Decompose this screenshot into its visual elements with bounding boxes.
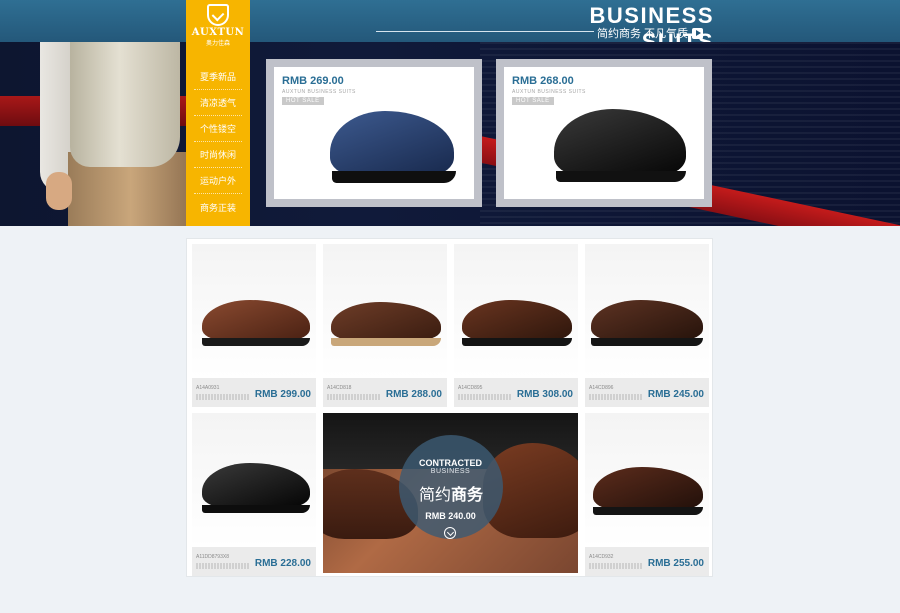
banner-subtitle-text: 简约商务 不凡气质: [597, 28, 689, 40]
product-tile[interactable]: A14CD895 RMB 308.00: [454, 244, 578, 407]
product-price: RMB 228.00: [254, 558, 311, 569]
product-code: A14CD895: [458, 385, 483, 391]
nav-item-hollow-out[interactable]: 个性镂空: [194, 116, 242, 142]
hero-card-price: RMB 268.00: [512, 75, 574, 87]
product-description-lines: [327, 394, 381, 400]
nav-item-outdoor[interactable]: 运动户外: [194, 168, 242, 194]
brand-logo[interactable]: AUXTUN 奥力佳森: [186, 0, 250, 52]
product-price: RMB 245.00: [647, 389, 704, 400]
shoe-image: [198, 459, 312, 521]
product-price: RMB 288.00: [385, 389, 442, 400]
category-sidebar: AUXTUN 奥力佳森 夏季新品 清凉透气 个性镂空 时尚休闲 运动户外 商务正…: [186, 0, 250, 226]
product-tile[interactable]: A11DD8793X8 RMB 228.00: [192, 413, 316, 576]
shoe-upper: [554, 109, 686, 175]
product-code: A14CD818: [327, 385, 352, 391]
shoe-upper: [202, 463, 310, 507]
product-tile[interactable]: A14CD896 RMB 245.00: [585, 244, 709, 407]
banner-divider: [376, 31, 594, 32]
hero-card-price: RMB 269.00: [282, 75, 344, 87]
shoe-sole: [331, 338, 441, 346]
hot-sale-badge: HOT SALE: [282, 97, 324, 105]
product-tile[interactable]: A14CD818 RMB 288.00: [323, 244, 447, 407]
shoe-image: [589, 463, 705, 523]
product-photo: [454, 244, 578, 378]
product-photo: [585, 244, 709, 378]
category-nav-list: 夏季新品 清凉透气 个性镂空 时尚休闲 运动户外 商务正装: [186, 64, 250, 220]
nav-item-summer-new[interactable]: 夏季新品: [194, 64, 242, 90]
product-tile[interactable]: A14A0931 RMB 299.00: [192, 244, 316, 407]
shoe-image: [322, 103, 462, 193]
hero-product-card[interactable]: RMB 268.00 AUXTUN BUSINESS SUITS HOT SAL…: [496, 59, 712, 207]
shoe-image: [198, 296, 312, 354]
product-code: A14CD896: [589, 385, 614, 391]
shoe-image: [548, 103, 694, 193]
shoe-image: [587, 296, 705, 354]
product-description-lines: [196, 563, 250, 569]
model-hand: [46, 172, 72, 210]
banner-subtitle[interactable]: 简约商务 不凡气质: [597, 25, 704, 41]
shoe-sole: [556, 171, 686, 182]
product-price: RMB 308.00: [516, 389, 573, 400]
header-bar: BUSINESS SUITS 简约商务 不凡气质: [0, 0, 900, 54]
hero-card-brand: AUXTUN BUSINESS SUITS: [282, 89, 356, 95]
shoe-upper: [202, 300, 310, 340]
hero-product-card[interactable]: RMB 269.00 AUXTUN BUSINESS SUITS HOT SAL…: [266, 59, 482, 207]
nav-item-casual[interactable]: 时尚休闲: [194, 142, 242, 168]
nav-item-breathable[interactable]: 清凉透气: [194, 90, 242, 116]
product-description-lines: [458, 394, 512, 400]
shoe-sole: [593, 507, 703, 515]
hero-card-brand: AUXTUN BUSINESS SUITS: [512, 89, 586, 95]
shoe-upper: [462, 300, 572, 340]
shoe-upper: [331, 302, 441, 340]
promo-title-part1: 简约: [418, 487, 451, 504]
product-tile[interactable]: A14CD932 RMB 255.00: [585, 413, 709, 576]
product-price: RMB 299.00: [254, 389, 311, 400]
product-photo: [323, 244, 447, 378]
shoe-sole: [202, 338, 310, 346]
product-photo: [585, 413, 709, 547]
shoe-upper: [330, 111, 454, 175]
shoe-sole: [462, 338, 572, 346]
product-code: A11DD8793X8: [196, 554, 229, 560]
shoe-image: [458, 296, 574, 354]
product-photo: [192, 244, 316, 378]
model-vest: [70, 42, 180, 167]
hero-card-content: RMB 268.00 AUXTUN BUSINESS SUITS HOT SAL…: [504, 67, 704, 199]
product-code: A14A0931: [196, 385, 220, 391]
shoe-sole: [202, 505, 310, 513]
shoe-sole: [591, 338, 703, 346]
play-icon[interactable]: [692, 27, 704, 39]
shoe-sole: [332, 171, 456, 183]
hero-card-content: RMB 269.00 AUXTUN BUSINESS SUITS HOT SAL…: [274, 67, 474, 199]
promo-title-part2: 商务: [451, 487, 484, 504]
product-description-lines: [589, 394, 643, 400]
logo-subtext: 奥力佳森: [205, 41, 230, 47]
promo-price: RMB 240.00: [425, 511, 476, 521]
featured-promo-banner[interactable]: CONTRACTED BUSINESS 简约商务 RMB 240.00: [323, 413, 578, 573]
promo-heading: CONTRACTED: [419, 458, 482, 468]
shoe-image: [327, 298, 443, 356]
product-grid: A14A0931 RMB 299.00 A14CD818 RMB 288.00 …: [186, 238, 713, 577]
shoe-upper: [593, 467, 703, 509]
chevron-down-icon[interactable]: [444, 527, 456, 539]
nav-item-business-formal[interactable]: 商务正装: [194, 194, 242, 220]
logo-text: AUXTUN: [191, 27, 245, 38]
shield-logo-icon: [207, 4, 229, 26]
product-description-lines: [589, 563, 643, 569]
product-price: RMB 255.00: [647, 558, 704, 569]
shoe-upper: [591, 300, 703, 340]
product-description-lines: [196, 394, 250, 400]
hero-model-photo: [40, 42, 193, 226]
product-code: A14CD932: [589, 554, 614, 560]
product-photo: [192, 413, 316, 547]
promo-subheading: BUSINESS: [430, 468, 471, 475]
promo-chinese-title: 简约商务: [399, 481, 503, 505]
